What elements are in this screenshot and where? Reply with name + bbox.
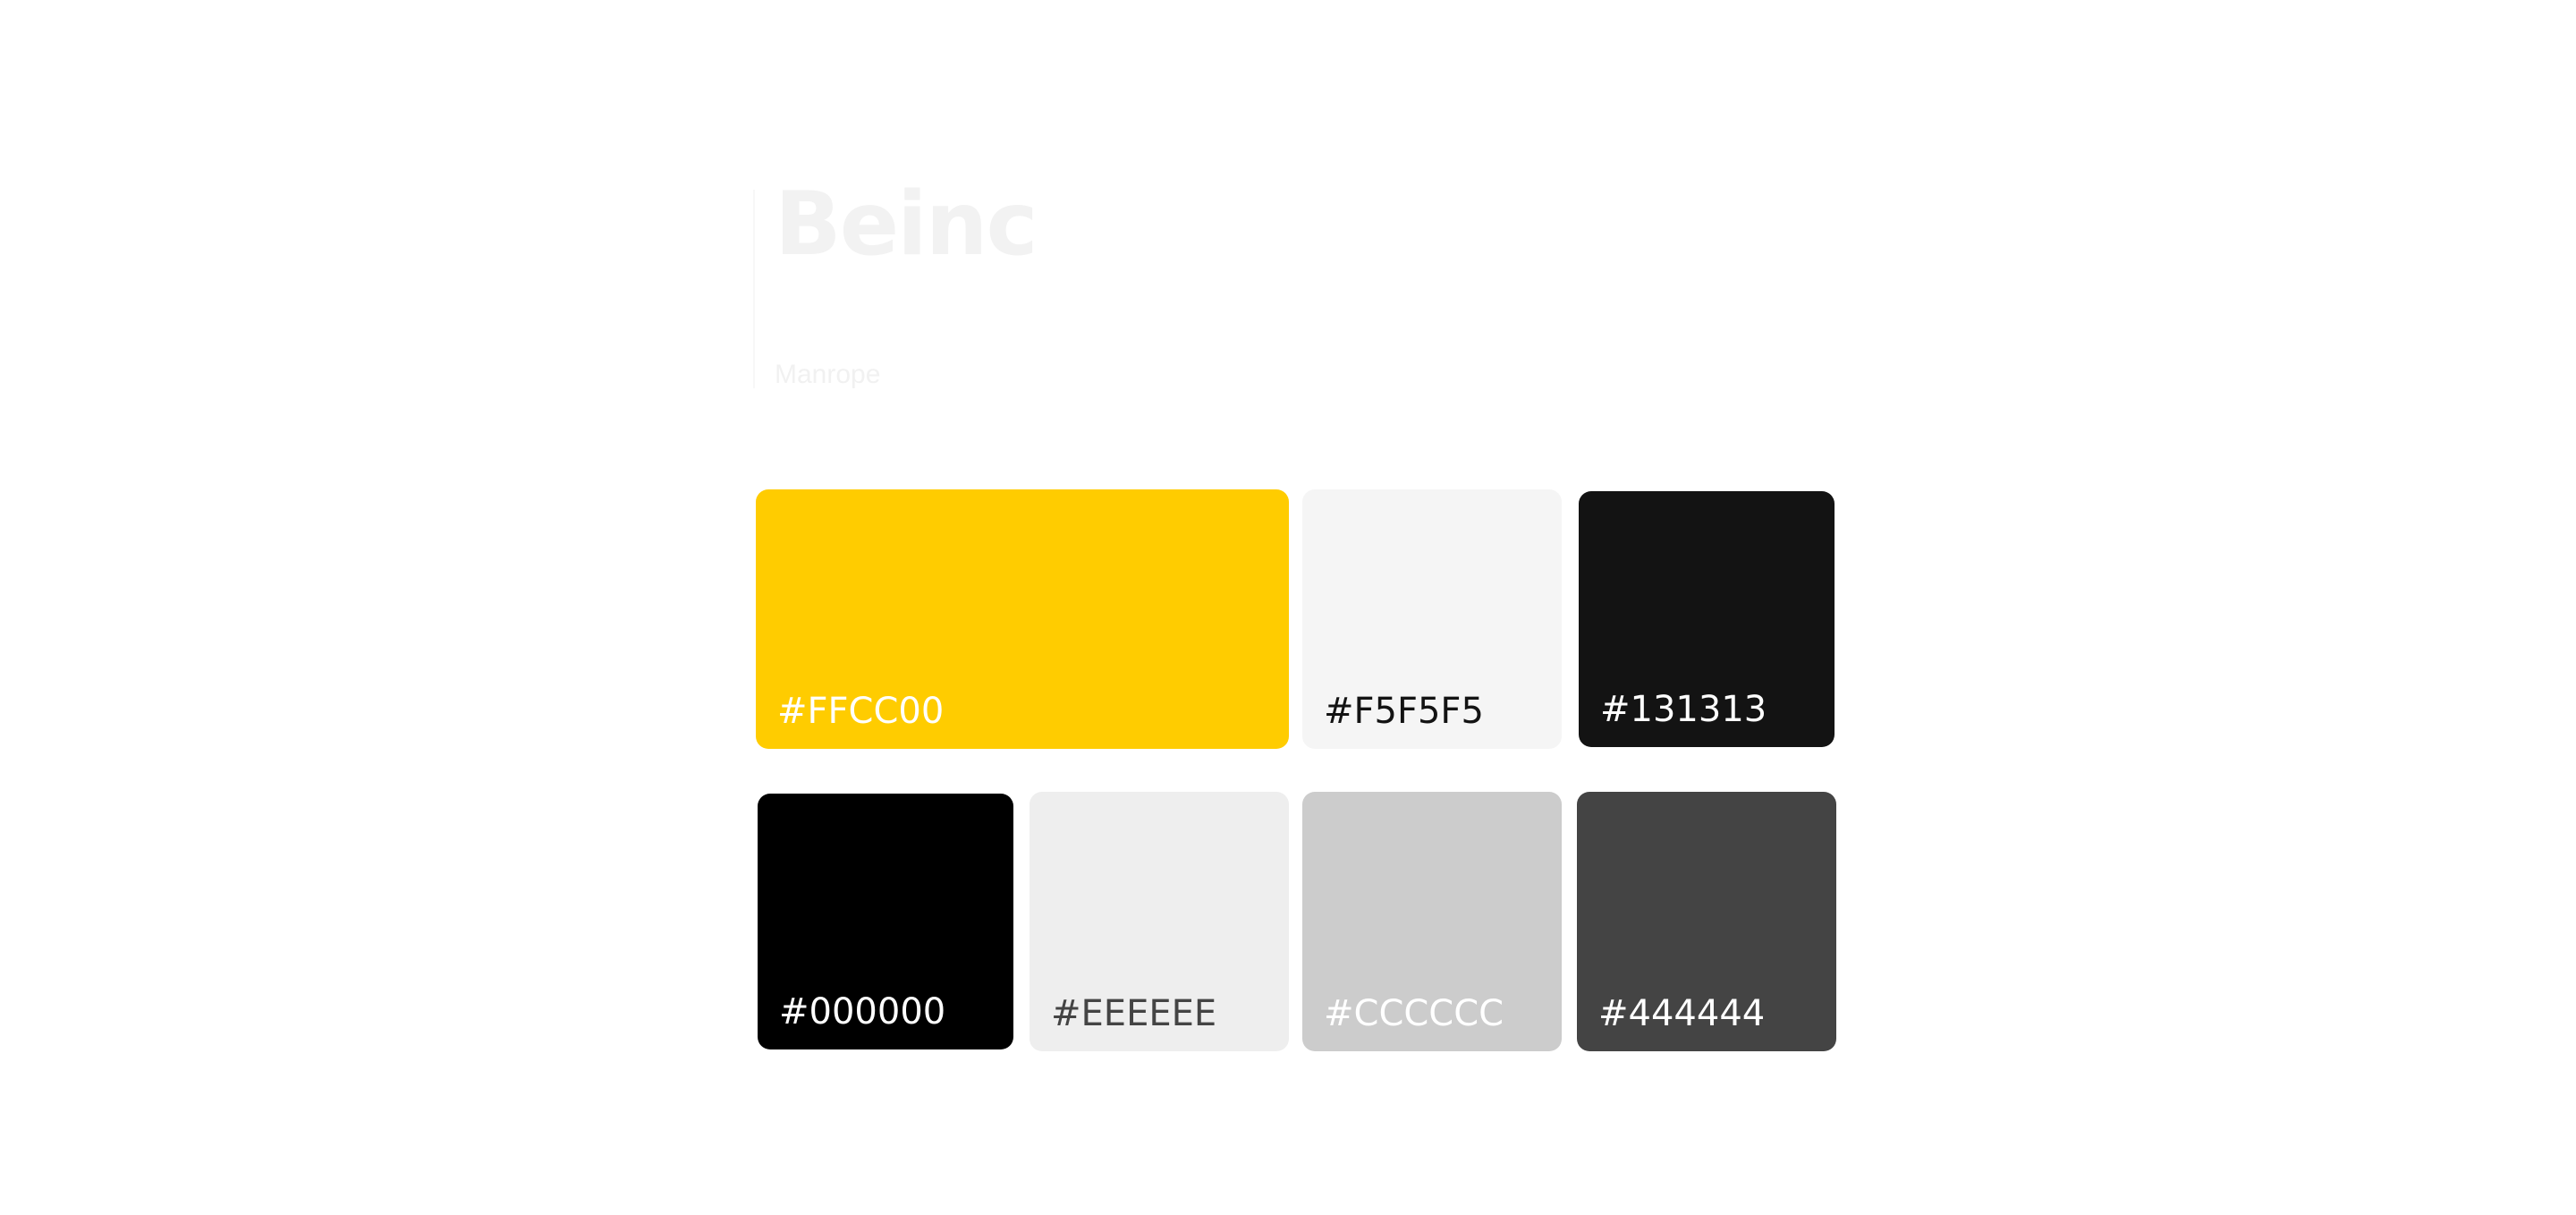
swatch-hex-code: #444444: [1598, 993, 1766, 1034]
swatch-hex-code: #131313: [1600, 689, 1767, 730]
color-swatch-eeeeee: #EEEEEE: [1030, 792, 1289, 1051]
swatch-hex-code: #EEEEEE: [1051, 993, 1217, 1034]
color-swatch-cccccc: #CCCCCC: [1302, 792, 1562, 1051]
brand-title: Beinc: [775, 174, 1038, 276]
color-swatch-f5f5f5: #F5F5F5: [1302, 489, 1562, 749]
color-swatch-444444: #444444: [1577, 792, 1836, 1051]
swatch-hex-code: #000000: [779, 991, 946, 1032]
swatch-hex-code: #FFCC00: [777, 691, 945, 732]
brand-header: Beinc Manrope: [753, 174, 1113, 389]
color-swatch-000000: #000000: [758, 794, 1013, 1049]
color-swatch-ffcc00: #FFCC00: [756, 489, 1289, 749]
font-name-label: Manrope: [775, 360, 881, 389]
swatch-hex-code: #F5F5F5: [1324, 691, 1484, 732]
swatch-hex-code: #CCCCCC: [1324, 993, 1504, 1034]
color-swatch-131313: #131313: [1579, 491, 1835, 747]
